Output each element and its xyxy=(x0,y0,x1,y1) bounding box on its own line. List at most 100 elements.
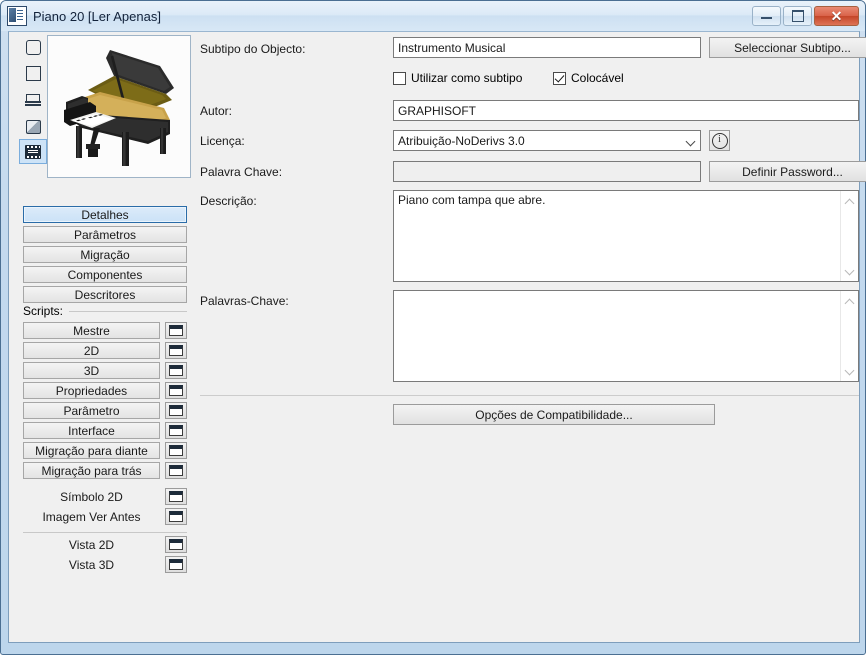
open-window-icon-migracao-para-diante[interactable] xyxy=(165,442,187,459)
maximize-icon xyxy=(791,10,804,22)
label-imagem-ver-antes: Imagem Ver Antes xyxy=(42,509,141,524)
label-vista-3d: Vista 3D xyxy=(68,557,115,572)
author-input[interactable] xyxy=(393,100,859,121)
script-button-propriedades[interactable]: Propriedades xyxy=(23,382,160,399)
checkbox-box[interactable] xyxy=(553,71,566,85)
open-window-icon-vista-2d[interactable] xyxy=(165,536,187,553)
checkbox-box[interactable] xyxy=(393,71,406,85)
scroll-down-icon[interactable] xyxy=(845,367,854,376)
minimize-button[interactable] xyxy=(752,6,781,26)
checkbox-use-as-subtype[interactable]: Utilizar como subtipo xyxy=(393,71,522,85)
close-button[interactable]: ✕ xyxy=(814,6,859,26)
script-button-migracao-para-tras[interactable]: Migração para trás xyxy=(23,462,160,479)
details-pane: Subtipo do Objecto: Seleccionar Subtipo.… xyxy=(193,32,866,642)
views-list: Vista 2D Vista 3D xyxy=(23,536,187,576)
script-button-migracao-para-diante[interactable]: Migração para diante xyxy=(23,442,160,459)
open-window-icon-mestre[interactable] xyxy=(165,322,187,339)
open-window-icon-2d[interactable] xyxy=(165,342,187,359)
title-bar: Piano 20 [Ler Apenas] ✕ xyxy=(1,1,865,31)
scripts-list: Mestre 2D 3D Propriedades Parâmetro Inte… xyxy=(23,322,187,482)
label-vista-2d: Vista 2D xyxy=(68,537,115,552)
left-pane: Detalhes Parâmetros Migração Componentes… xyxy=(9,32,193,642)
description-scrollbar[interactable] xyxy=(840,191,858,281)
open-window-icon-imagem-ver-antes[interactable] xyxy=(165,508,187,525)
symbol-list: Símbolo 2D Imagem Ver Antes xyxy=(23,488,187,528)
checkbox-placeable[interactable]: Colocável xyxy=(553,71,624,85)
script-button-2d[interactable]: 2D xyxy=(23,342,160,359)
tab-descritores[interactable]: Descritores xyxy=(23,286,187,303)
views-divider xyxy=(23,532,187,533)
set-password-button[interactable]: Definir Password... xyxy=(709,161,866,182)
script-row: Parâmetro xyxy=(23,402,187,419)
password-input xyxy=(393,161,701,182)
section-divider xyxy=(200,395,859,396)
client-area: Detalhes Parâmetros Migração Componentes… xyxy=(8,31,866,643)
label-palavra-chave: Palavra Chave: xyxy=(200,165,283,179)
scripts-section-divider xyxy=(69,311,187,312)
script-row: Mestre xyxy=(23,322,187,339)
checkbox-label: Colocável xyxy=(571,71,624,85)
list-item: Vista 3D xyxy=(23,556,187,573)
script-row: 2D xyxy=(23,342,187,359)
application-window: Piano 20 [Ler Apenas] ✕ Detalhes Parâmet… xyxy=(0,0,866,655)
checkbox-label: Utilizar como subtipo xyxy=(411,71,523,85)
script-button-parametro[interactable]: Parâmetro xyxy=(23,402,160,419)
tab-detalhes[interactable]: Detalhes xyxy=(23,206,187,223)
select-subtype-button[interactable]: Seleccionar Subtipo... xyxy=(709,37,866,58)
open-window-icon-simbolo-2d[interactable] xyxy=(165,488,187,505)
label-palavras-chave: Palavras-Chave: xyxy=(200,294,289,308)
window-title: Piano 20 [Ler Apenas] xyxy=(33,8,161,24)
close-icon: ✕ xyxy=(830,8,843,24)
open-window-icon-interface[interactable] xyxy=(165,422,187,439)
keywords-scrollbar[interactable] xyxy=(840,291,858,381)
tab-migracao[interactable]: Migração xyxy=(23,246,187,263)
keywords-textarea[interactable] xyxy=(393,290,859,382)
scroll-up-icon[interactable] xyxy=(845,196,854,205)
rounded-rect-icon[interactable] xyxy=(19,35,47,60)
script-button-mestre[interactable]: Mestre xyxy=(23,322,160,339)
list-item: Símbolo 2D xyxy=(23,488,187,505)
scripts-section-label: Scripts: xyxy=(23,304,64,318)
open-window-icon-3d[interactable] xyxy=(165,362,187,379)
open-window-icon-migracao-para-tras[interactable] xyxy=(165,462,187,479)
tab-parametros[interactable]: Parâmetros xyxy=(23,226,187,243)
scroll-up-icon[interactable] xyxy=(845,296,854,305)
view-mode-rail xyxy=(19,35,47,165)
description-text: Piano com tampa que abre. xyxy=(398,193,546,207)
label-licenca: Licença: xyxy=(200,134,245,148)
label-descricao: Descrição: xyxy=(200,194,257,208)
subtype-input[interactable] xyxy=(393,37,701,58)
film-strip-icon[interactable] xyxy=(19,139,47,164)
description-textarea[interactable]: Piano com tampa que abre. xyxy=(393,190,859,282)
window-controls: ✕ xyxy=(752,6,859,26)
script-row: Interface xyxy=(23,422,187,439)
label-subtipo: Subtipo do Objecto: xyxy=(200,42,306,56)
script-row: 3D xyxy=(23,362,187,379)
script-row: Migração para trás xyxy=(23,462,187,479)
object-settings-icon xyxy=(7,6,27,26)
maximize-button[interactable] xyxy=(783,6,812,26)
scroll-down-icon[interactable] xyxy=(845,267,854,276)
square-icon[interactable] xyxy=(19,61,47,86)
chevron-down-icon xyxy=(687,138,696,143)
open-window-icon-propriedades[interactable] xyxy=(165,382,187,399)
cube-icon[interactable] xyxy=(19,113,47,138)
license-selected-value: Atribuição-NoDerivs 3.0 xyxy=(398,133,525,148)
label-simbolo-2d: Símbolo 2D xyxy=(60,489,123,504)
grand-piano-preview xyxy=(47,35,191,178)
license-dropdown[interactable]: Atribuição-NoDerivs 3.0 xyxy=(393,130,701,151)
open-window-icon-parametro[interactable] xyxy=(165,402,187,419)
license-info-button[interactable]: i xyxy=(709,130,730,151)
slab-icon[interactable] xyxy=(19,87,47,112)
open-window-icon-vista-3d[interactable] xyxy=(165,556,187,573)
script-row: Migração para diante xyxy=(23,442,187,459)
script-button-3d[interactable]: 3D xyxy=(23,362,160,379)
label-autor: Autor: xyxy=(200,104,233,118)
script-button-interface[interactable]: Interface xyxy=(23,422,160,439)
script-row: Propriedades xyxy=(23,382,187,399)
compatibility-options-button[interactable]: Opções de Compatibilidade... xyxy=(393,404,715,425)
info-circle-icon: i xyxy=(711,132,728,149)
tab-componentes[interactable]: Componentes xyxy=(23,266,187,283)
list-item: Vista 2D xyxy=(23,536,187,553)
tab-button-group: Detalhes Parâmetros Migração Componentes… xyxy=(23,206,187,306)
